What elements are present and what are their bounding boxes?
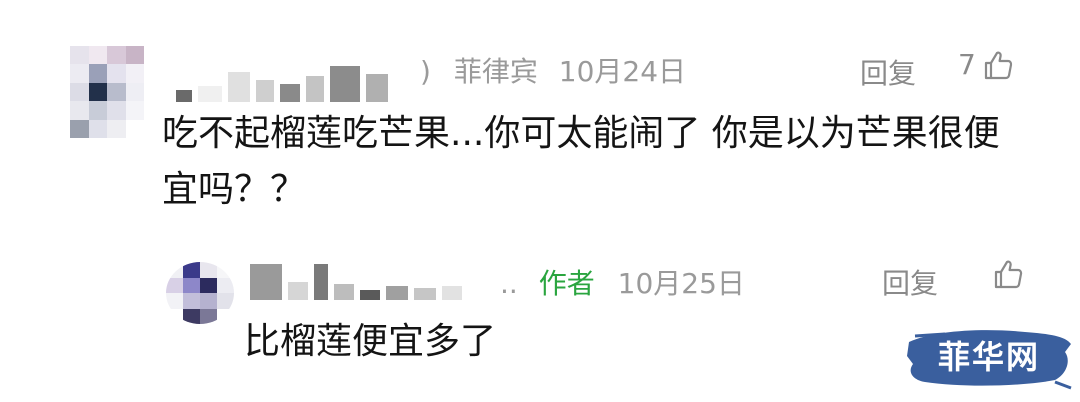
thumbs-up-icon (984, 51, 1012, 79)
site-watermark: 菲华网 (905, 322, 1073, 392)
reply-meta: .. 作者 10月25日 (500, 262, 745, 302)
comment-date: 10月24日 (558, 55, 687, 88)
reply-reply-button[interactable]: 回复 (882, 262, 938, 302)
comment-text: 吃不起榴莲吃芒果...你可太能闹了 你是以为芒果很便宜吗？？ (162, 113, 1000, 210)
reply-avatar[interactable] (166, 262, 234, 324)
reply-like-button[interactable] (986, 258, 1024, 290)
reply-date: 10月25日 (617, 267, 745, 300)
author-badge: 作者 (538, 267, 595, 300)
avatar[interactable] (70, 46, 144, 138)
reply-username-blurred[interactable] (250, 262, 468, 300)
reply-name-suffix: .. (500, 267, 518, 300)
reply-text: 比榴莲便宜多了 (244, 321, 497, 362)
like-count: 7 (958, 48, 976, 81)
comment-location: 菲律宾 (453, 55, 538, 88)
thumbs-up-icon (994, 260, 1023, 289)
like-button[interactable]: 7 (958, 48, 1014, 81)
comment-meta: ) 菲律宾 10月24日 (420, 50, 686, 90)
username-blurred[interactable] (176, 62, 394, 102)
location-prefix: ) (420, 55, 431, 88)
watermark-text: 菲华网 (937, 338, 1040, 376)
reply-button[interactable]: 回复 (860, 52, 916, 92)
